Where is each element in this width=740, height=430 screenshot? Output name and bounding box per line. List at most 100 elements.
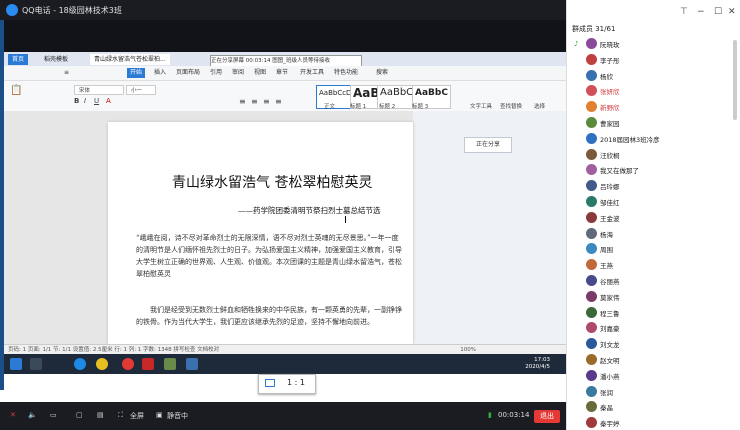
fullscreen-icon[interactable]: ⛶: [118, 411, 123, 420]
member-row[interactable]: 刘文龙: [586, 337, 736, 351]
taskbar-clock: 17:03 2020/4/5: [525, 357, 550, 371]
font-size-select[interactable]: 小一: [126, 85, 156, 95]
font-name-select[interactable]: 宋体: [74, 85, 124, 95]
member-row[interactable]: 李子彤: [586, 53, 736, 67]
mute-status-icon: ▣: [156, 411, 163, 419]
member-name: 杨海: [600, 230, 613, 239]
menu-search[interactable]: 搜索: [376, 68, 388, 78]
member-row[interactable]: 吕玲娜: [586, 179, 736, 193]
signal-icon: ▮: [488, 411, 492, 419]
members-scrollbar[interactable]: [733, 40, 737, 120]
qq-taskbar-icon[interactable]: [186, 358, 198, 370]
member-row[interactable]: 莫家伟: [586, 290, 736, 304]
member-row[interactable]: ♪ 阮晓玫: [574, 37, 736, 51]
camera-icon[interactable]: ▭: [50, 411, 57, 419]
avatar: [586, 196, 597, 207]
ratio-icon: [265, 379, 275, 387]
avatar: [586, 306, 597, 318]
member-name: 邹佳红: [600, 199, 620, 207]
edge-icon[interactable]: [74, 358, 86, 370]
tab-document[interactable]: 青山绿水留浩气苍松翠柏...: [90, 54, 170, 65]
member-row[interactable]: 秦晶: [586, 400, 736, 414]
sharing-side-button[interactable]: 正在分享: [464, 137, 512, 153]
whiteboard-icon[interactable]: ▤: [97, 411, 104, 419]
style-normal-label: 正文: [324, 104, 336, 110]
underline-button[interactable]: U: [94, 97, 99, 105]
member-name: 汪欣桐: [600, 151, 620, 160]
justify-icon[interactable]: ≡: [275, 97, 282, 106]
pin-icon[interactable]: ⊤: [680, 7, 688, 17]
avatar: [586, 290, 597, 302]
member-row[interactable]: 张妍欣: [586, 84, 736, 98]
menu-layout[interactable]: 页面布局: [176, 68, 200, 78]
avatar: [586, 101, 597, 113]
mic-off-icon[interactable]: ✕: [10, 411, 16, 419]
find-replace-label[interactable]: 查找替换: [500, 102, 522, 110]
wps-writer-icon[interactable]: [142, 358, 154, 370]
menu-review[interactable]: 审阅: [232, 68, 244, 78]
font-color-button[interactable]: A: [106, 97, 111, 105]
select-label[interactable]: 选择: [534, 102, 545, 110]
member-row[interactable]: 新野欣: [586, 100, 736, 114]
avatar: [586, 211, 597, 223]
ribbon: 📋 宋体 小一 B I U A ≡ ≡ ≡ ≡ AaBbCcDd AaBl Aa…: [4, 81, 566, 112]
member-row[interactable]: 2018届园林3班冷彦: [586, 132, 736, 146]
fullscreen-label[interactable]: 全屏: [130, 411, 144, 421]
menu-insert[interactable]: 插入: [154, 68, 166, 78]
maximize-icon[interactable]: ☐: [714, 7, 722, 17]
text-tools-label[interactable]: 文字工具: [470, 102, 492, 110]
avatar: [586, 69, 597, 81]
menu-features[interactable]: 特色功能: [334, 68, 358, 78]
menu-devtools[interactable]: 开发工具: [300, 68, 324, 78]
member-row[interactable]: 曹家园: [586, 116, 736, 130]
paragraph-1: “峨峨在阅，诗不尽对革命烈士的无限深情，语不尽对烈士英魂的无尽景思。”一年一度的…: [136, 234, 402, 278]
member-row[interactable]: 赵文明: [586, 353, 736, 367]
menu-start[interactable]: 开始: [127, 68, 146, 78]
minimize-icon[interactable]: −: [697, 7, 705, 17]
member-row[interactable]: 我又在做那了: [586, 163, 736, 177]
app-icon[interactable]: [96, 358, 108, 370]
member-row[interactable]: 潘小燕: [586, 369, 736, 383]
speaker-icon[interactable]: 🔈: [28, 411, 37, 419]
tab-home[interactable]: 首页: [8, 54, 29, 65]
align-right-icon[interactable]: ≡: [263, 97, 270, 106]
align-left-icon[interactable]: ≡: [239, 97, 246, 106]
document-page[interactable]: 青山绿水留浩气 苍松翠柏慰英灵 ——药学院团委清明节祭扫烈士墓总结节选 “峨峨在…: [108, 122, 413, 344]
menu-sections[interactable]: 章节: [276, 68, 288, 78]
avatar: [586, 148, 597, 160]
menu-view[interactable]: 视图: [254, 68, 266, 78]
folder-icon[interactable]: [164, 358, 176, 370]
paste-icon[interactable]: 📋: [10, 85, 22, 96]
menu-references[interactable]: 引用: [210, 68, 222, 78]
bold-button[interactable]: B: [74, 97, 79, 105]
search-icon[interactable]: [30, 358, 42, 370]
start-icon[interactable]: [10, 358, 22, 370]
menu-file-icon[interactable]: ≡: [64, 68, 69, 78]
member-name: 阮晓玫: [600, 41, 620, 49]
close-icon[interactable]: ✕: [728, 7, 736, 17]
member-row[interactable]: 秦宇婷: [586, 416, 736, 430]
member-row[interactable]: 汪欣桐: [586, 148, 736, 162]
member-row[interactable]: 邹佳红: [586, 195, 736, 209]
avatar: [586, 385, 597, 397]
member-row[interactable]: 刘嘉豪: [586, 321, 736, 335]
member-row[interactable]: 张润: [586, 385, 736, 399]
avatar: [586, 322, 597, 334]
member-row[interactable]: 谷丽燕: [586, 274, 736, 288]
align-center-icon[interactable]: ≡: [251, 97, 258, 106]
exit-button[interactable]: 退出: [534, 410, 560, 423]
member-row[interactable]: 王金波: [586, 211, 736, 225]
screen-share-icon[interactable]: ▢: [76, 411, 83, 419]
member-row[interactable]: 周围: [586, 242, 736, 256]
member-row[interactable]: 杨海: [586, 227, 736, 241]
member-row[interactable]: 王燕: [586, 258, 736, 272]
member-row[interactable]: 程三鲁: [586, 306, 736, 320]
member-name: 李子彤: [600, 56, 620, 65]
avatar: [586, 417, 597, 429]
wps-icon[interactable]: [122, 358, 134, 370]
tab-templates[interactable]: 稻壳模板: [40, 54, 72, 65]
member-row[interactable]: 杨欣: [586, 69, 736, 83]
ratio-button[interactable]: 1 : 1: [258, 374, 316, 394]
style-h3-label: 标题 3: [412, 104, 429, 110]
italic-button[interactable]: I: [84, 97, 86, 105]
